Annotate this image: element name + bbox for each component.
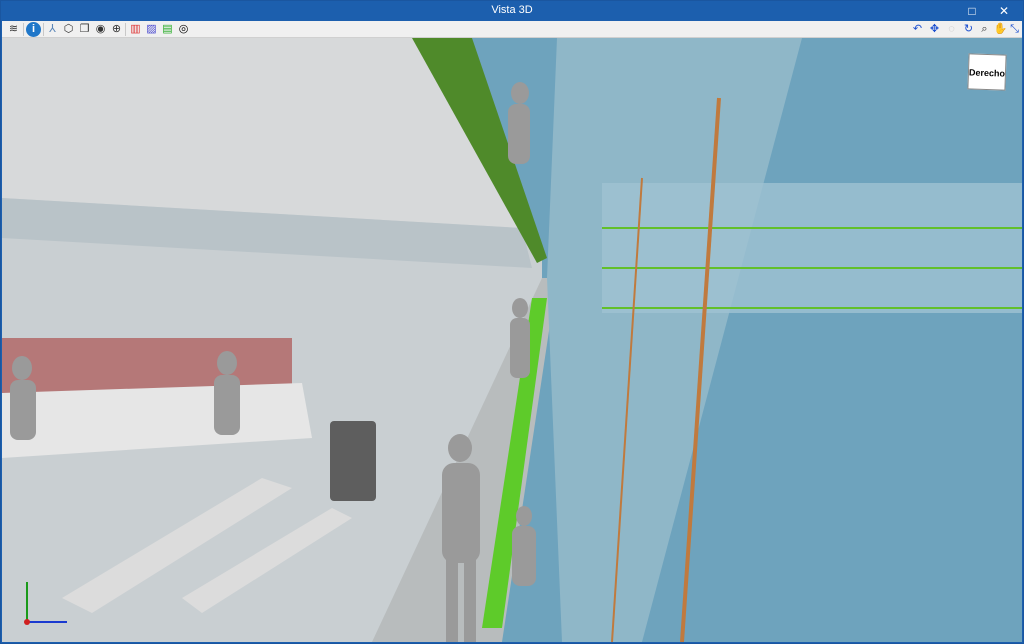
title-bar[interactable]: Vista 3D □ ✕ — [1, 1, 1023, 21]
view-cube[interactable]: Derecho — [967, 53, 1007, 91]
orbit-icon[interactable]: ⊕ — [109, 22, 124, 37]
layers-icon[interactable]: ≋ — [6, 22, 21, 37]
close-button[interactable]: ✕ — [989, 1, 1019, 21]
window-title: Vista 3D — [491, 4, 533, 16]
maximize-button[interactable]: □ — [957, 1, 987, 21]
zoom-extents-icon[interactable]: ✥ — [927, 22, 942, 37]
zoom-disabled-icon[interactable]: ◌ — [944, 22, 959, 37]
hide-icon[interactable]: ◎ — [176, 22, 191, 37]
floor-green-icon[interactable]: ▤ — [160, 22, 175, 37]
axes-icon[interactable]: ⅄ — [45, 22, 60, 37]
3d-viewport[interactable]: Derecho — [2, 38, 1022, 642]
zoom-window-icon[interactable]: ⌕ — [977, 22, 992, 37]
toolbar: ≋ i ⅄ ⬡ ❐ ◉ ⊕ ▥ ▨ ▤ ◎ ↶ ✥ ◌ ↻ ⌕ ✋ ⤡ — [2, 21, 1022, 38]
info-icon[interactable]: i — [26, 22, 41, 37]
toolbar-separator — [43, 23, 44, 36]
pan-hand-icon[interactable]: ✋ — [993, 22, 1008, 37]
eye-orbit-icon[interactable]: ◉ — [93, 22, 108, 37]
section-red-icon[interactable]: ▥ — [128, 22, 143, 37]
rotate-zoom-icon[interactable]: ↶ — [910, 22, 925, 37]
toolbar-separator — [23, 23, 24, 36]
building-scene — [2, 38, 1022, 642]
fit-view-icon[interactable]: ⤡ — [1007, 22, 1022, 37]
toolbar-separator — [125, 23, 126, 36]
section-blue-icon[interactable]: ▨ — [144, 22, 159, 37]
vista-3d-window: Vista 3D □ ✕ ≋ i ⅄ ⬡ ❐ ◉ ⊕ ▥ ▨ ▤ ◎ ↶ ✥ ◌… — [0, 0, 1024, 644]
box-view-icon[interactable]: ⬡ — [61, 22, 76, 37]
axis-gizmo — [24, 582, 67, 625]
refresh-view-icon[interactable]: ↻ — [961, 22, 976, 37]
bin — [330, 421, 376, 501]
opposite-building — [602, 183, 1022, 313]
copy-view-icon[interactable]: ❐ — [77, 22, 92, 37]
z-axis-marker — [24, 619, 30, 625]
